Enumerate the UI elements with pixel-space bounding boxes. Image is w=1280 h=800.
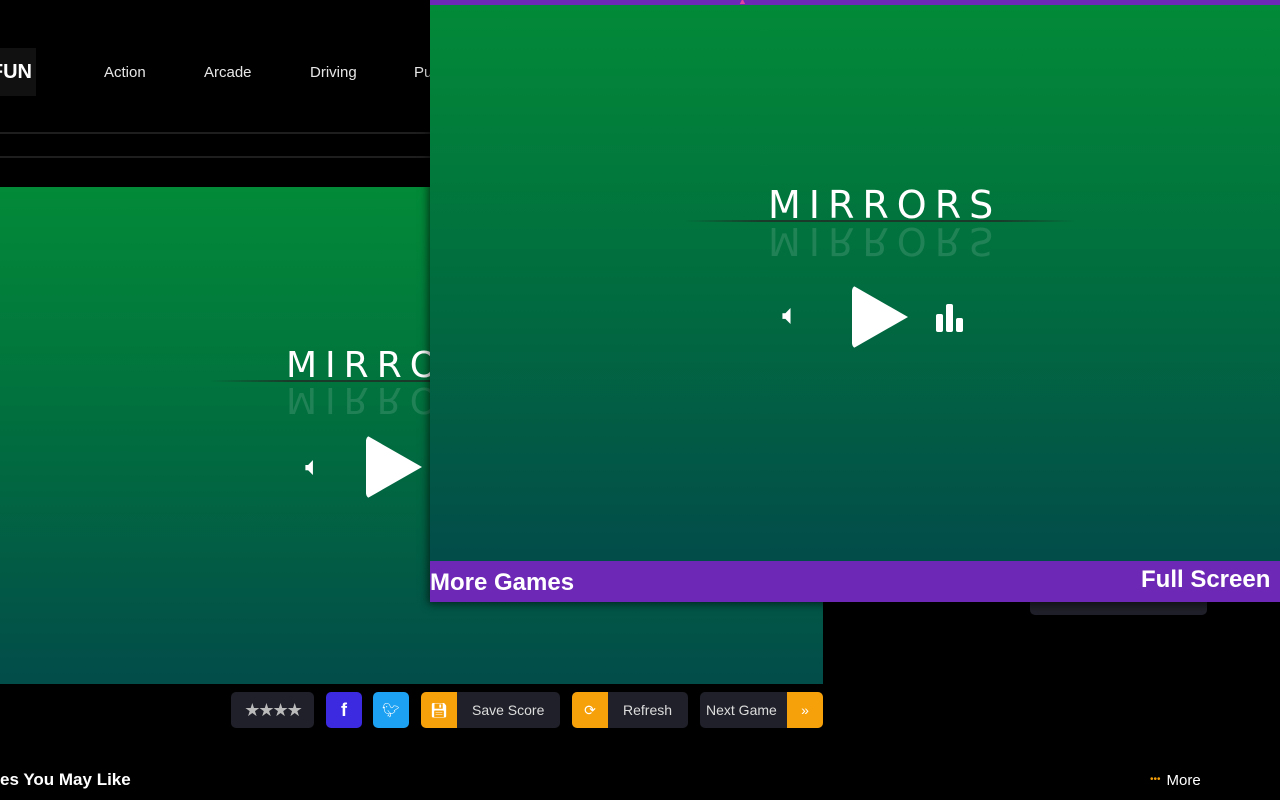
game-popup-window[interactable]: ▲ MIRRORS MIRRORS 🔈︎ More Games Full Scr… (430, 0, 1280, 602)
save-score-label: Save Score (472, 702, 545, 718)
save-score-button[interactable]: 💾︎ Save Score (421, 692, 560, 728)
twitter-icon: 🐦︎ (382, 701, 400, 718)
star-rating[interactable]: ★★★★ (231, 692, 314, 728)
sound-icon[interactable]: 🔈︎ (305, 451, 321, 483)
sound-icon[interactable]: 🔈︎ (782, 299, 799, 332)
nav-driving[interactable]: Driving (310, 64, 357, 81)
popup-bottom-bar: More Games Full Screen (430, 561, 1280, 602)
more-games-link[interactable]: More Games (430, 569, 574, 597)
chevrons-right-icon: » (787, 692, 823, 728)
play-icon[interactable] (366, 435, 422, 499)
refresh-icon: ⟳ (572, 692, 608, 728)
more-link[interactable]: ••• More (1150, 772, 1201, 789)
twitter-share-button[interactable]: 🐦︎ (373, 692, 409, 728)
facebook-share-button[interactable]: f (326, 692, 362, 728)
section-title: es You May Like (0, 770, 131, 789)
refresh-label: Refresh (623, 702, 673, 718)
dots-icon: ••• (1150, 774, 1161, 785)
full-screen-link[interactable]: Full Screen (1141, 566, 1270, 594)
nav-action[interactable]: Action (104, 64, 146, 81)
save-icon: 💾︎ (421, 692, 457, 728)
divider (0, 156, 430, 158)
facebook-icon: f (341, 699, 347, 720)
nav-arcade[interactable]: Arcade (204, 64, 252, 81)
game-title-reflection: MIRRORS (768, 219, 1002, 263)
refresh-button[interactable]: ⟳ Refresh (572, 692, 688, 728)
play-icon[interactable] (852, 285, 908, 349)
more-label: More (1166, 772, 1201, 789)
next-game-label: Next Game (706, 702, 777, 718)
next-game-button[interactable]: Next Game » (700, 692, 823, 728)
leaderboard-icon[interactable] (936, 302, 963, 332)
divider (0, 132, 430, 134)
popup-game-canvas[interactable]: MIRRORS MIRRORS 🔈︎ (430, 5, 1280, 561)
site-logo[interactable]: FUN (0, 48, 36, 96)
